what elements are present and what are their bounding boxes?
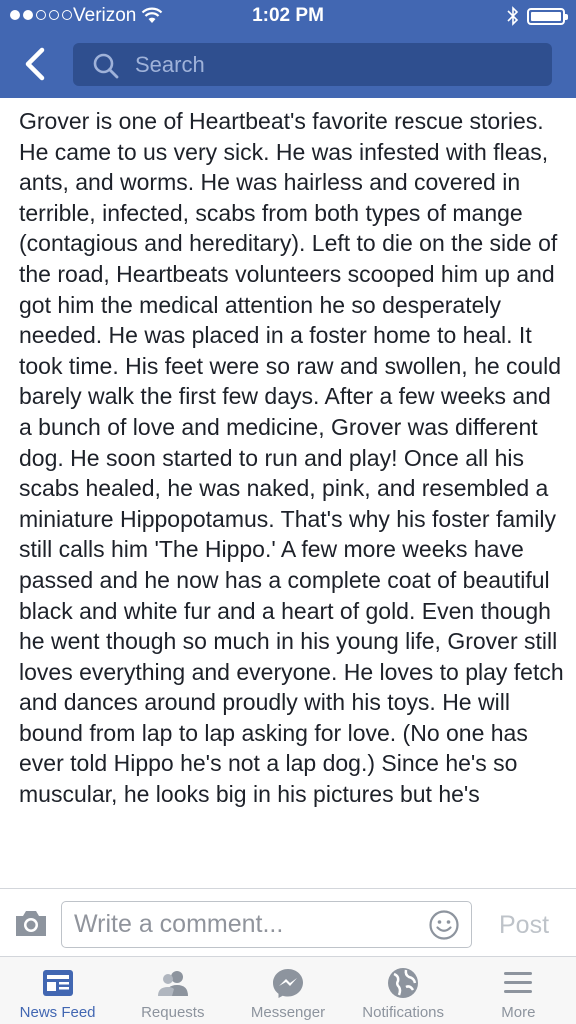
tab-requests[interactable]: Requests	[115, 957, 230, 1024]
tab-label: Messenger	[250, 1004, 326, 1021]
news-feed-icon	[42, 970, 73, 996]
tab-more[interactable]: More	[461, 957, 576, 1024]
post-content: Grover is one of Heartbeat's favorite re…	[0, 98, 576, 888]
globe-icon	[388, 968, 419, 998]
bluetooth-icon	[507, 6, 519, 26]
friend-requests-icon	[157, 971, 188, 996]
post-body-text: Grover is one of Heartbeat's favorite re…	[19, 108, 564, 808]
battery-icon	[527, 8, 568, 25]
comment-field[interactable]	[61, 901, 472, 948]
tab-bar: News Feed Requests Messenger Notificatio…	[0, 956, 576, 1024]
emoji-icon[interactable]	[428, 909, 460, 941]
menu-icon	[504, 972, 533, 993]
tab-label: More	[501, 1004, 536, 1021]
search-icon	[93, 53, 119, 79]
tab-label: Notifications	[362, 1004, 444, 1021]
back-arrow-icon[interactable]	[18, 44, 52, 84]
tab-label: Requests	[141, 1004, 205, 1021]
camera-icon[interactable]	[14, 908, 48, 938]
messenger-icon	[272, 969, 303, 998]
tab-news-feed[interactable]: News Feed	[0, 957, 115, 1024]
tab-notifications[interactable]: Notifications	[346, 957, 461, 1024]
tab-label: News Feed	[19, 1004, 96, 1021]
comment-bar: Post	[0, 888, 576, 956]
search-input[interactable]	[135, 43, 535, 86]
tab-messenger[interactable]: Messenger	[230, 957, 345, 1024]
app-header: Verizon 1:02 PM	[0, 0, 576, 98]
search-bar[interactable]	[73, 43, 552, 86]
status-bar: Verizon 1:02 PM	[0, 0, 576, 32]
clock: 1:02 PM	[252, 5, 324, 26]
comment-input[interactable]	[74, 902, 419, 947]
post-comment-button[interactable]: Post	[485, 907, 563, 943]
